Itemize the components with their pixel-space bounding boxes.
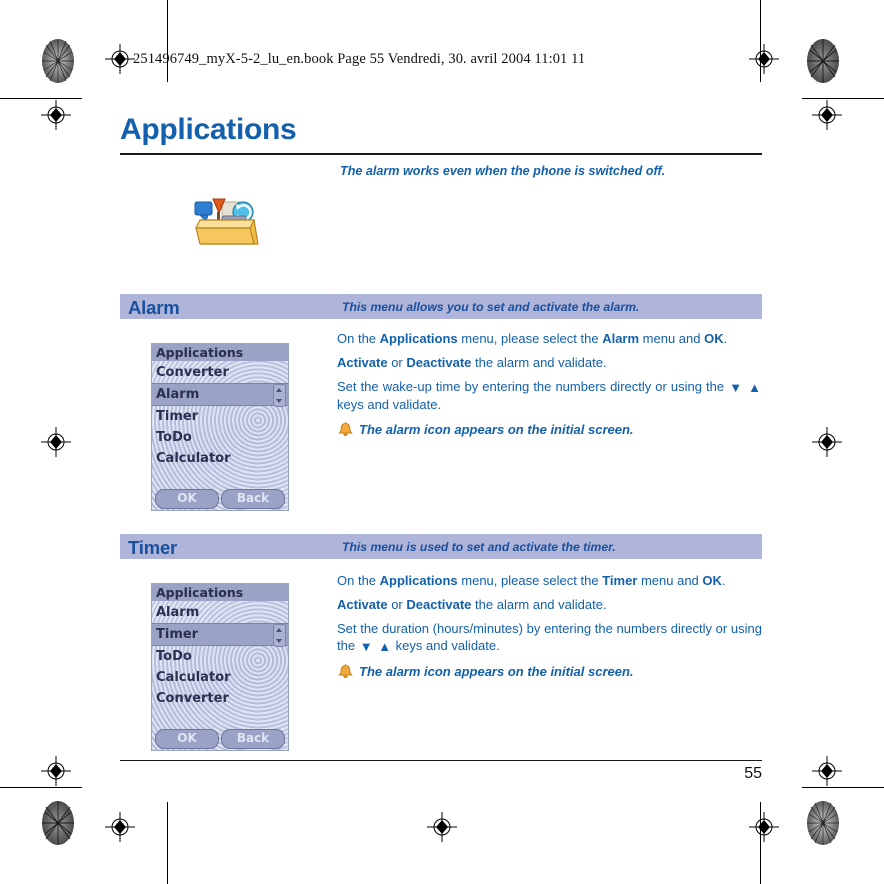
paragraph: On the Applications menu, please select …: [337, 572, 762, 589]
phone-menu-item[interactable]: Calculator: [152, 667, 288, 688]
phone-menu-item-label: Alarm: [156, 387, 200, 402]
phone-softkey-bar: OK Back: [152, 488, 288, 510]
text: or: [387, 597, 407, 613]
phone-menu-item[interactable]: Converter: [152, 362, 288, 383]
section-title: Timer: [128, 537, 178, 558]
section-title: Alarm: [128, 297, 180, 318]
text: keys and validate.: [337, 397, 442, 413]
softkey-back[interactable]: Back: [221, 729, 285, 749]
registration-target-icon: [749, 44, 779, 74]
arrow-up-icon: ▲: [378, 639, 392, 655]
bell-icon: [337, 663, 354, 680]
phone-menu-title: Applications: [152, 344, 288, 361]
arrow-down-icon: ▼: [729, 380, 743, 396]
registration-target-icon: [812, 427, 842, 457]
footer-divider: [120, 760, 762, 762]
star-target-icon: [806, 800, 840, 846]
book-file-header: 251496749_myX-5-2_lu_en.book Page 55 Ven…: [133, 51, 586, 67]
text: Set the wake-up time by entering the num…: [337, 379, 729, 395]
phone-softkey-bar: OK Back: [152, 728, 288, 750]
text: .: [721, 573, 726, 588]
text: menu and: [639, 331, 705, 346]
softkey-ok[interactable]: OK: [155, 729, 219, 749]
text: [374, 638, 378, 653]
phone-menu-item[interactable]: Timer: [152, 406, 288, 427]
text: keys and validate.: [392, 638, 500, 654]
toolbox-icon: [192, 192, 262, 250]
registration-target-icon: [41, 100, 71, 130]
registration-target-icon: [105, 44, 135, 74]
section-description: This menu is used to set and activate th…: [342, 540, 616, 554]
registration-target-icon: [105, 812, 135, 842]
phone-menu-item[interactable]: Alarm: [152, 602, 288, 623]
paragraph: On the Applications menu, please select …: [337, 330, 762, 347]
phone-menu-item-selected[interactable]: Timer: [152, 623, 288, 647]
paragraph: Set the duration (hours/minutes) by ente…: [337, 620, 762, 655]
softkey-ok[interactable]: OK: [155, 489, 219, 509]
section-description: This menu allows you to set and activate…: [342, 300, 640, 314]
registration-target-icon: [427, 812, 457, 842]
paragraph: Activate or Deactivate the alarm and val…: [337, 354, 762, 371]
phone-menu-title: Applications: [152, 584, 288, 601]
tip-note: The alarm icon appears on the initial sc…: [337, 663, 762, 680]
scrollbar-indicator[interactable]: [273, 624, 286, 647]
text-strong: Deactivate: [406, 597, 472, 613]
title-divider: [120, 153, 762, 155]
star-target-icon: [41, 38, 75, 84]
phone-menu-item[interactable]: Converter: [152, 688, 288, 709]
text-strong: Activate: [337, 597, 388, 613]
text-strong: Applications: [379, 573, 458, 588]
phone-menu-item-selected[interactable]: Alarm: [152, 383, 288, 407]
arrow-down-icon: ▼: [359, 639, 373, 655]
phone-screenshot-timer: Applications Alarm Timer ToDo Calculator…: [151, 583, 289, 751]
page-number: 55: [744, 765, 762, 782]
tip-note: The alarm icon appears on the initial sc…: [337, 421, 762, 438]
text: or: [387, 355, 407, 371]
registration-target-icon: [749, 812, 779, 842]
text-strong: Timer: [602, 573, 638, 588]
text: menu and: [637, 573, 703, 588]
section-header-timer: Timer This menu is used to set and activ…: [120, 534, 762, 559]
paragraph: Activate or Deactivate the alarm and val…: [337, 596, 762, 613]
phone-menu-item[interactable]: ToDo: [152, 427, 288, 448]
text-strong: OK: [704, 331, 724, 346]
text: On the: [337, 331, 380, 346]
star-target-icon: [41, 800, 75, 846]
text: the alarm and validate.: [471, 355, 607, 371]
text-strong: OK: [702, 573, 722, 588]
phone-menu-item[interactable]: Calculator: [152, 448, 288, 469]
page-title: Applications: [120, 113, 297, 146]
text: [743, 379, 747, 394]
phone-menu-list: Converter Alarm Timer ToDo Calculator: [152, 362, 288, 469]
manual-page: 251496749_myX-5-2_lu_en.book Page 55 Ven…: [0, 0, 884, 884]
softkey-back[interactable]: Back: [221, 489, 285, 509]
paragraph: Set the wake-up time by entering the num…: [337, 378, 762, 413]
intro-note: The alarm works even when the phone is s…: [340, 164, 666, 178]
text-strong: Alarm: [602, 331, 640, 346]
tip-note-text: The alarm icon appears on the initial sc…: [359, 663, 634, 679]
text: .: [723, 331, 728, 346]
registration-target-icon: [812, 756, 842, 786]
text: On the: [337, 573, 380, 588]
scrollbar-indicator[interactable]: [273, 384, 286, 407]
section-header-alarm: Alarm This menu allows you to set and ac…: [120, 294, 762, 319]
star-target-icon: [806, 38, 840, 84]
phone-screenshot-alarm: Applications Converter Alarm Timer ToDo …: [151, 343, 289, 511]
section-body-timer: On the Applications menu, please select …: [337, 572, 762, 687]
section-body-alarm: On the Applications menu, please select …: [337, 330, 762, 445]
text-strong: Deactivate: [406, 355, 472, 371]
phone-menu-item-label: Timer: [156, 627, 199, 642]
arrow-up-icon: ▲: [748, 380, 761, 396]
registration-target-icon: [41, 427, 71, 457]
text: menu, please select the: [457, 331, 603, 346]
bell-icon: [337, 421, 354, 438]
phone-menu-list: Alarm Timer ToDo Calculator Converter: [152, 602, 288, 709]
text-strong: Applications: [379, 331, 458, 346]
text-strong: Activate: [337, 355, 388, 371]
text: the alarm and validate.: [471, 597, 607, 613]
phone-menu-item[interactable]: ToDo: [152, 646, 288, 667]
tip-note-text: The alarm icon appears on the initial sc…: [359, 421, 634, 437]
text: menu, please select the: [457, 573, 603, 588]
registration-target-icon: [812, 100, 842, 130]
